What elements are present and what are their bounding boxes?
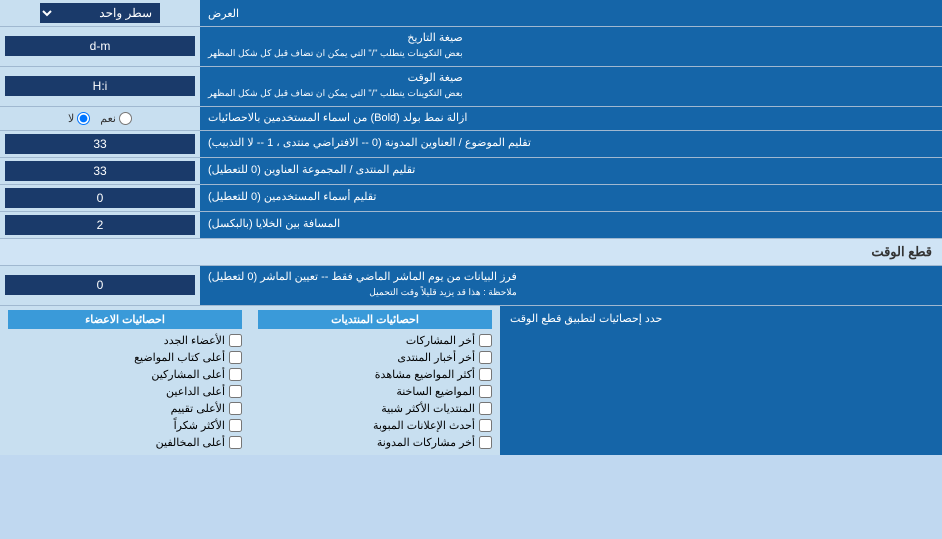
cutoff-input[interactable] — [5, 275, 195, 295]
forum-stat-6: أحدث الإعلانات المبوبة — [258, 417, 492, 434]
stats-main-label: حدد إحصائيات لتطبيق قطع الوقت — [500, 306, 942, 455]
date-format-input[interactable] — [5, 36, 195, 56]
member-stat-2: أعلى كتاب المواضيع — [8, 349, 242, 366]
forum-stat-1: أخر المشاركات — [258, 332, 492, 349]
member-stat-3-checkbox[interactable] — [229, 368, 242, 381]
member-stat-3: أعلى المشاركين — [8, 366, 242, 383]
cell-spacing-row: المسافة بين الخلايا (بالبكسل) — [0, 212, 942, 239]
forum-stats-header: احصائيات المنتديات — [258, 310, 492, 329]
display-mode-label: العرض — [200, 0, 942, 26]
time-format-input-cell — [0, 67, 200, 106]
time-format-label: صيغة الوقتبعض التكوينات يتطلب "/" التي ي… — [200, 67, 942, 106]
forum-stat-7-checkbox[interactable] — [479, 436, 492, 449]
cell-spacing-input[interactable] — [5, 215, 195, 235]
usernames-input[interactable] — [5, 188, 195, 208]
forum-stat-4-checkbox[interactable] — [479, 385, 492, 398]
date-format-label: صيغة التاريخبعض التكوينات يتطلب "/" التي… — [200, 27, 942, 66]
usernames-input-cell — [0, 185, 200, 211]
main-container: العرض سطر واحد صيغة التاريخبعض التكوينات… — [0, 0, 942, 455]
remove-bold-no-label[interactable]: لا — [68, 112, 90, 125]
date-format-input-cell — [0, 27, 200, 66]
forum-stat-2: أخر أخبار المنتدى — [258, 349, 492, 366]
remove-bold-input-cell: نعم لا — [0, 107, 200, 130]
forum-header-label: تقليم المنتدى / المجموعة العناوين (0 للت… — [200, 158, 942, 184]
forum-stat-6-checkbox[interactable] — [479, 419, 492, 432]
member-stat-7-checkbox[interactable] — [229, 436, 242, 449]
forum-header-row: تقليم المنتدى / المجموعة العناوين (0 للت… — [0, 158, 942, 185]
stats-section: حدد إحصائيات لتطبيق قطع الوقت احصائيات ا… — [0, 306, 942, 455]
forum-stat-4: المواضيع الساخنة — [258, 383, 492, 400]
cutoff-label: فرز البيانات من يوم الماشر الماضي فقط --… — [200, 266, 942, 305]
usernames-label: تقليم أسماء المستخدمين (0 للتعطيل) — [200, 185, 942, 211]
member-stat-6-checkbox[interactable] — [229, 419, 242, 432]
usernames-row: تقليم أسماء المستخدمين (0 للتعطيل) — [0, 185, 942, 212]
member-stats-header: احصائيات الاعضاء — [8, 310, 242, 329]
member-stat-4: أعلى الداعين — [8, 383, 242, 400]
remove-bold-yes-label[interactable]: نعم — [100, 112, 132, 125]
remove-bold-no-radio[interactable] — [77, 112, 90, 125]
forum-header-input-cell — [0, 158, 200, 184]
member-stat-1-checkbox[interactable] — [229, 334, 242, 347]
member-stat-5-checkbox[interactable] — [229, 402, 242, 415]
forum-stat-1-checkbox[interactable] — [479, 334, 492, 347]
display-mode-input-cell: سطر واحد — [0, 0, 200, 26]
topic-title-label: تقليم الموضوع / العناوين المدونة (0 -- ا… — [200, 131, 942, 157]
cutoff-section-header: قطع الوقت — [0, 239, 942, 266]
topic-title-input[interactable] — [5, 134, 195, 154]
date-format-row: صيغة التاريخبعض التكوينات يتطلب "/" التي… — [0, 27, 942, 67]
member-stat-2-checkbox[interactable] — [229, 351, 242, 364]
member-stats-col: احصائيات الاعضاء الأعضاء الجدد أعلى كتاب… — [0, 306, 250, 455]
remove-bold-label: ازالة نمط بولد (Bold) من اسماء المستخدمي… — [200, 107, 942, 130]
forum-stat-3: أكثر المواضيع مشاهدة — [258, 366, 492, 383]
member-stat-1: الأعضاء الجدد — [8, 332, 242, 349]
member-stat-6: الأكثر شكراً — [8, 417, 242, 434]
cell-spacing-label: المسافة بين الخلايا (بالبكسل) — [200, 212, 942, 238]
cell-spacing-input-cell — [0, 212, 200, 238]
topic-title-input-cell — [0, 131, 200, 157]
forum-header-input[interactable] — [5, 161, 195, 181]
forum-stat-3-checkbox[interactable] — [479, 368, 492, 381]
forum-stats-col: احصائيات المنتديات أخر المشاركات أخر أخب… — [250, 306, 500, 455]
forum-stat-7: أخر مشاركات المدونة — [258, 434, 492, 451]
display-mode-row: العرض سطر واحد — [0, 0, 942, 27]
remove-bold-row: ازالة نمط بولد (Bold) من اسماء المستخدمي… — [0, 107, 942, 131]
member-stat-7: أعلى المخالفين — [8, 434, 242, 451]
member-stat-5: الأعلى تقييم — [8, 400, 242, 417]
forum-stat-5: المنتديات الأكثر شبية — [258, 400, 492, 417]
time-format-row: صيغة الوقتبعض التكوينات يتطلب "/" التي ي… — [0, 67, 942, 107]
cutoff-input-cell — [0, 266, 200, 305]
member-stat-4-checkbox[interactable] — [229, 385, 242, 398]
display-mode-select[interactable]: سطر واحد — [40, 3, 160, 23]
forum-stat-2-checkbox[interactable] — [479, 351, 492, 364]
remove-bold-yes-radio[interactable] — [119, 112, 132, 125]
forum-stat-5-checkbox[interactable] — [479, 402, 492, 415]
stats-columns: احصائيات المنتديات أخر المشاركات أخر أخب… — [0, 306, 500, 455]
cutoff-row: فرز البيانات من يوم الماشر الماضي فقط --… — [0, 266, 942, 306]
topic-title-row: تقليم الموضوع / العناوين المدونة (0 -- ا… — [0, 131, 942, 158]
time-format-input[interactable] — [5, 76, 195, 96]
